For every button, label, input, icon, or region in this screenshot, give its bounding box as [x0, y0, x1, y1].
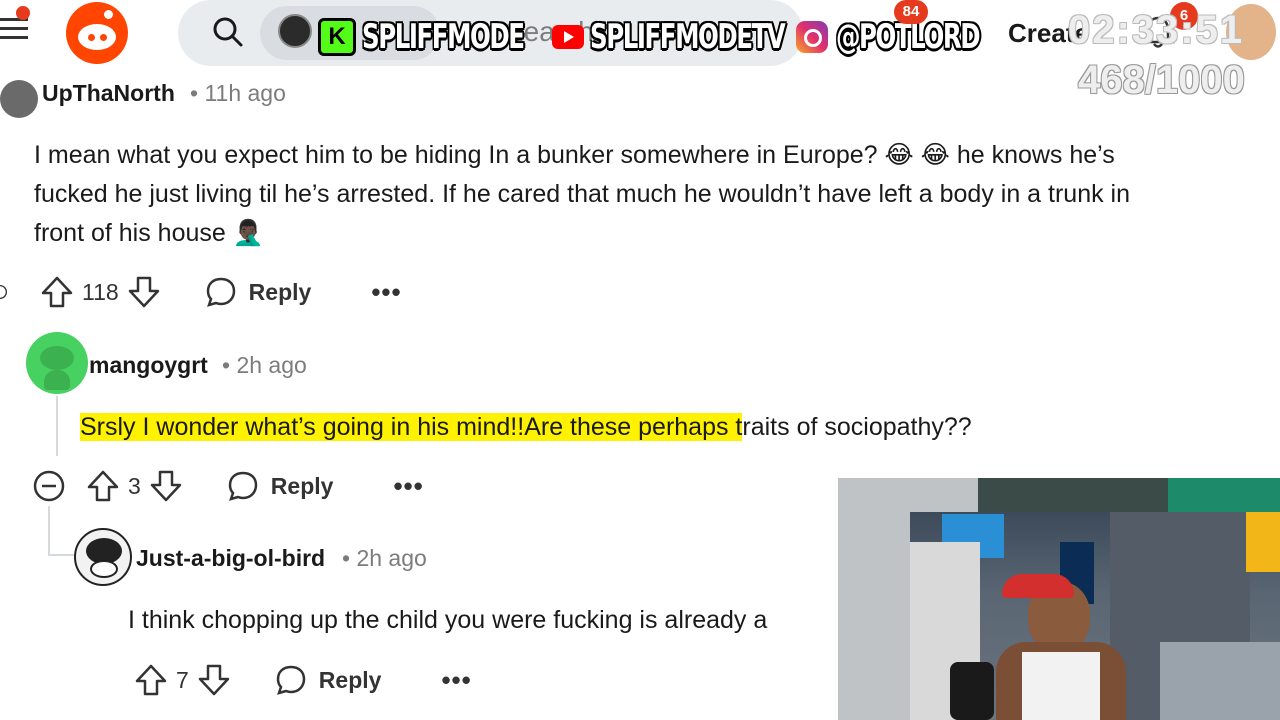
- reply-button[interactable]: Reply: [205, 276, 312, 308]
- avatar[interactable]: [0, 80, 38, 118]
- thread-line[interactable]: [48, 506, 50, 556]
- more-options-button[interactable]: •••: [371, 277, 401, 308]
- comment-actions: 118 Reply •••: [0, 272, 402, 312]
- more-options-button[interactable]: •••: [441, 665, 471, 696]
- tank-top: [1022, 652, 1100, 720]
- comment-text: raits of sociopathy??: [742, 413, 972, 441]
- comment-author[interactable]: mangoygrt: [89, 352, 208, 379]
- reply-button[interactable]: Reply: [275, 664, 382, 696]
- downvote-icon[interactable]: [127, 275, 161, 309]
- reply-label: Reply: [318, 666, 382, 693]
- comment-author[interactable]: Just-a-big-ol-bird: [136, 545, 325, 572]
- collapse-icon[interactable]: [32, 469, 66, 503]
- comment-body: Srsly I wonder what’s going in his mind!…: [80, 408, 1180, 447]
- vote-score: 3: [128, 472, 141, 499]
- comment-actions: 3 Reply •••: [32, 466, 424, 506]
- vote-score: 7: [176, 666, 189, 693]
- menu-icon[interactable]: [0, 18, 30, 44]
- vote-score: 118: [82, 278, 119, 305]
- goal-counter: 468/1000: [1078, 58, 1245, 102]
- wall-sign: [1246, 512, 1280, 572]
- avatar[interactable]: [74, 528, 132, 586]
- webcam-feed: [910, 512, 1280, 720]
- downvote-icon[interactable]: [149, 469, 183, 503]
- comment-author[interactable]: UpThaNorth: [42, 80, 175, 107]
- more-options-button[interactable]: •••: [393, 471, 423, 502]
- thread-branch: [48, 554, 74, 556]
- collapse-icon[interactable]: [0, 275, 18, 309]
- comment-body: I mean what you expect him to be hiding …: [34, 136, 1274, 253]
- downvote-icon[interactable]: [197, 663, 231, 697]
- kick-handle: SPLIFFMODE: [362, 17, 525, 57]
- microphone: [950, 662, 994, 720]
- chat-count-badge: 84: [894, 0, 928, 24]
- community-avatar: [278, 14, 312, 48]
- avatar[interactable]: [26, 332, 88, 394]
- instagram-icon: [796, 21, 828, 53]
- red-cap: [1002, 574, 1074, 598]
- youtube-handle: SPLIFFMODETV: [590, 17, 786, 57]
- thread-line[interactable]: [56, 396, 58, 456]
- reply-icon: [276, 665, 306, 695]
- youtube-icon: [552, 25, 584, 49]
- comment-body: I think chopping up the child you were f…: [128, 606, 768, 634]
- comment-timestamp: • 2h ago: [222, 352, 307, 378]
- comment-line: fucked he just living til he’s arrested.…: [34, 180, 1130, 208]
- menu-notification-dot: [16, 6, 30, 20]
- reply-label: Reply: [248, 278, 312, 305]
- comment-line: I mean what you expect him to be hiding …: [34, 141, 1115, 169]
- kick-overlay: K SPLIFFMODE: [318, 14, 586, 60]
- comment-actions: 7 Reply •••: [134, 660, 472, 700]
- reply-icon: [228, 471, 258, 501]
- upvote-icon[interactable]: [40, 275, 74, 309]
- upvote-icon[interactable]: [86, 469, 120, 503]
- stream-timer: 02:33:51: [1068, 8, 1245, 52]
- highlighted-text: Srsly I wonder what’s going in his mind!…: [80, 413, 743, 441]
- comment-timestamp: • 2h ago: [342, 545, 427, 571]
- search-icon[interactable]: [212, 16, 244, 48]
- reddit-logo-icon[interactable]: [66, 2, 128, 64]
- comment-timestamp: • 11h ago: [190, 80, 286, 106]
- top-bar: Search i K SPLIFFMODE SPLIFFMODETV @POTL…: [0, 0, 1280, 102]
- comment-line: front of his house 🤦🏿‍♂️: [34, 219, 264, 247]
- reply-label: Reply: [270, 472, 334, 499]
- couch: [1160, 642, 1280, 720]
- reply-button[interactable]: Reply: [227, 470, 334, 502]
- kick-icon: K: [318, 18, 356, 56]
- upvote-icon[interactable]: [134, 663, 168, 697]
- reply-icon: [206, 277, 235, 307]
